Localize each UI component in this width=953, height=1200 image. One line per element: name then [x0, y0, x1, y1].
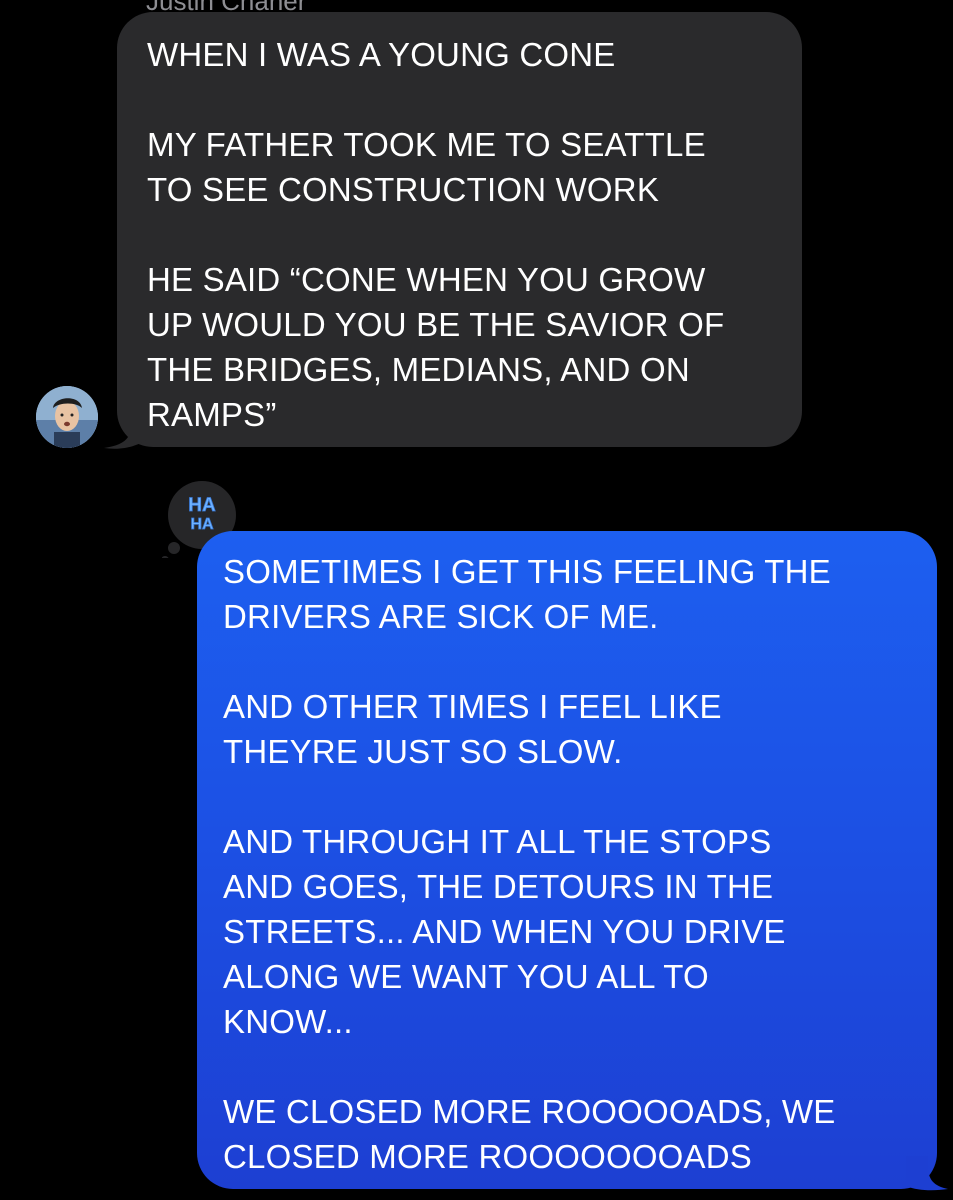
tapback-label-bottom: HA — [190, 516, 214, 533]
outgoing-message-bubble[interactable]: SOMETIMES I GET THIS FEELING THE DRIVERS… — [197, 531, 937, 1189]
incoming-message-bubble[interactable]: WHEN I WAS A YOUNG CONE MY FATHER TOOK M… — [117, 12, 802, 447]
contact-avatar[interactable] — [36, 386, 98, 448]
tapback-label-top: HA — [188, 495, 216, 516]
outgoing-bubble-tail — [906, 1156, 948, 1191]
incoming-bubble-tail — [104, 410, 146, 449]
